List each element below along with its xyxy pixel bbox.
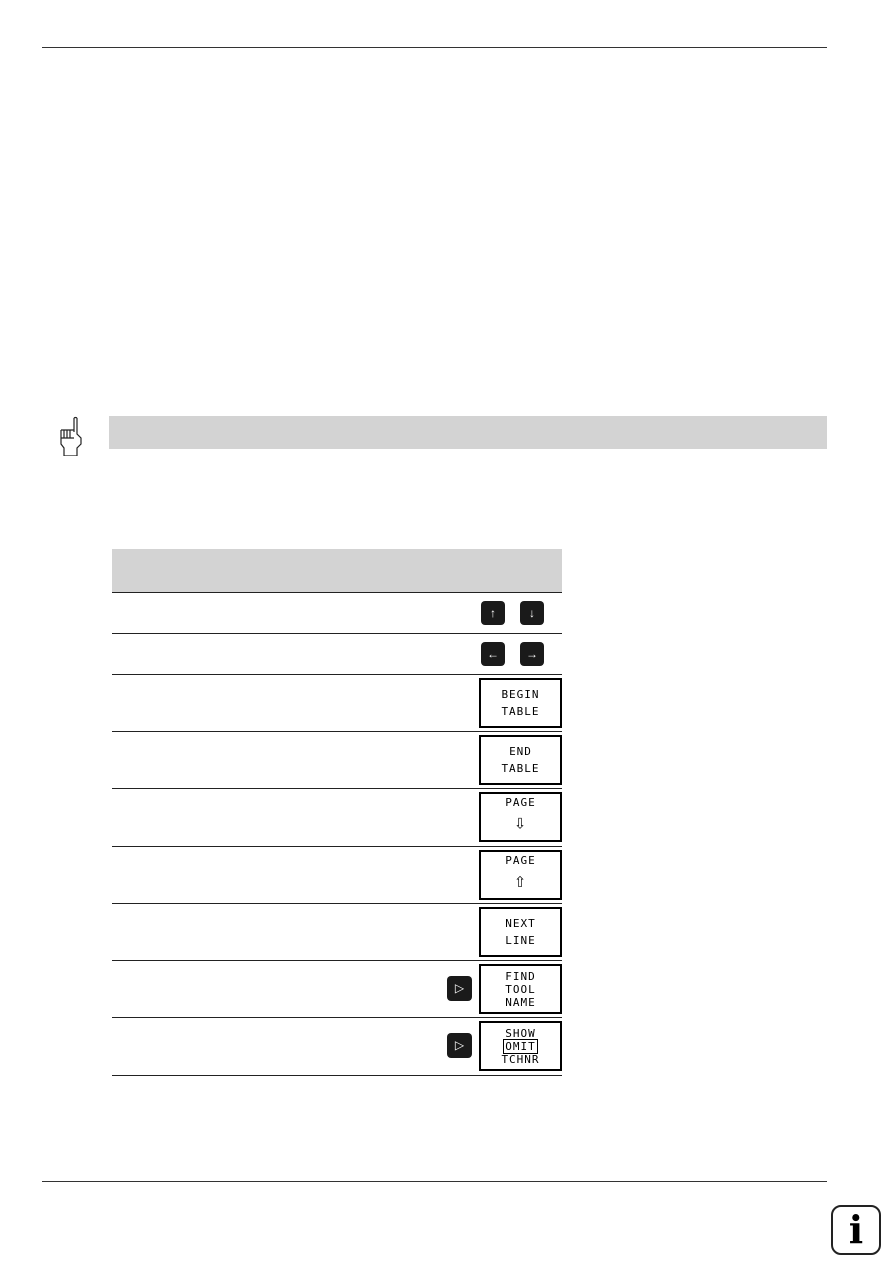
next-softkey-row-key[interactable]: ▷ [447, 976, 472, 1001]
softkey-label: SHOW [505, 1026, 536, 1040]
manual-page: ↑ ↓ ← → ▷ ▷ BEGIN TABLE END TABLE PAGE ⇩… [0, 0, 893, 1263]
softkey-label: NAME [505, 995, 536, 1009]
find-tool-name-softkey[interactable]: FIND TOOL NAME [479, 964, 562, 1014]
softkey-label: PAGE [505, 854, 536, 867]
arrow-up-outline-icon: ⇧ [513, 868, 528, 892]
note-box [109, 416, 827, 449]
next-line-softkey[interactable]: NEXT LINE [479, 907, 562, 957]
softkey-label: FIND [505, 969, 536, 983]
softkey-label: TCHNR [501, 1052, 540, 1066]
pointing-hand-icon [60, 416, 82, 456]
softkey-label: LINE [505, 934, 536, 947]
softkey-label: TABLE [501, 762, 540, 775]
top-rule [42, 47, 827, 48]
table-row: ← → [112, 633, 562, 675]
page-down-softkey[interactable]: PAGE ⇩ [479, 792, 562, 842]
arrow-down-outline-icon: ⇩ [513, 810, 528, 834]
page-up-softkey[interactable]: PAGE ⇧ [479, 850, 562, 900]
softkey-label: PAGE [505, 796, 536, 809]
info-icon: i [831, 1205, 881, 1255]
bottom-rule [42, 1181, 827, 1182]
softkey-label: END [509, 745, 532, 758]
table-header [112, 549, 562, 592]
show-omit-tchnr-softkey[interactable]: SHOW OMIT TCHNR [479, 1021, 562, 1071]
softkey-label: NEXT [505, 917, 536, 930]
softkey-label: TABLE [501, 705, 540, 718]
table-bottom-rule [112, 1075, 562, 1076]
arrow-down-key[interactable]: ↓ [520, 601, 544, 625]
next-softkey-row-key[interactable]: ▷ [447, 1033, 472, 1058]
softkey-label: BEGIN [501, 688, 540, 701]
arrow-right-key[interactable]: → [520, 642, 544, 666]
arrow-up-key[interactable]: ↑ [481, 601, 505, 625]
softkey-label: TOOL [505, 982, 536, 996]
end-table-softkey[interactable]: END TABLE [479, 735, 562, 785]
softkey-label-selected: OMIT [503, 1038, 538, 1054]
arrow-left-key[interactable]: ← [481, 642, 505, 666]
begin-table-softkey[interactable]: BEGIN TABLE [479, 678, 562, 728]
table-row: ↑ ↓ [112, 592, 562, 634]
